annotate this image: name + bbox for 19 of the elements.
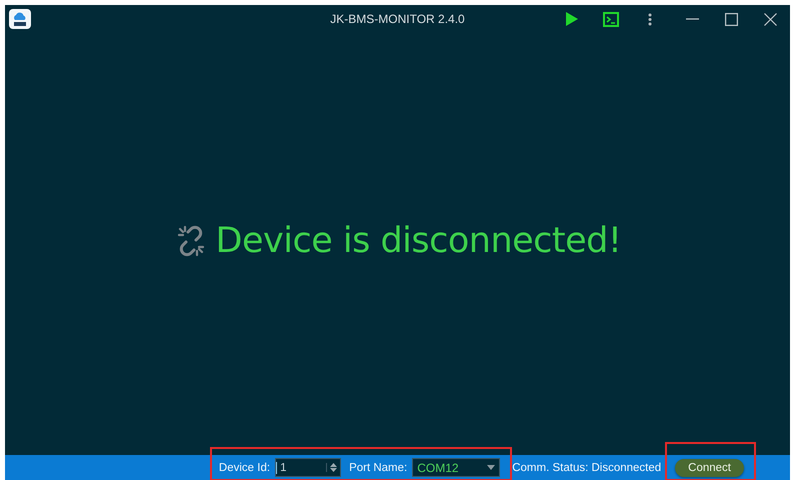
device-id-spinbox[interactable]: 1 (275, 458, 342, 477)
spin-up-icon[interactable] (330, 463, 338, 467)
device-id-label: Device Id: (218, 462, 270, 474)
connect-button[interactable]: Connect (675, 458, 744, 476)
dropdown-caret-icon (487, 465, 496, 470)
port-name-dropdown[interactable]: COM12 (412, 458, 500, 477)
app-logo-icon (9, 9, 31, 29)
status-message: Device is disconnected! (216, 221, 622, 261)
more-icon[interactable] (648, 12, 652, 26)
terminal-icon[interactable] (602, 12, 618, 26)
maximize-icon[interactable] (725, 12, 738, 26)
port-name-label: Port Name: (349, 462, 408, 474)
comm-status-text: Comm. Status: Disconnected (512, 462, 662, 474)
play-icon[interactable] (564, 11, 578, 27)
spin-down-icon[interactable] (330, 468, 338, 472)
close-icon[interactable] (764, 12, 777, 26)
window-title: JK-BMS-MONITOR 2.4.0 (330, 12, 465, 26)
minimize-icon[interactable] (686, 18, 699, 20)
device-id-field[interactable]: 1 (276, 462, 326, 474)
